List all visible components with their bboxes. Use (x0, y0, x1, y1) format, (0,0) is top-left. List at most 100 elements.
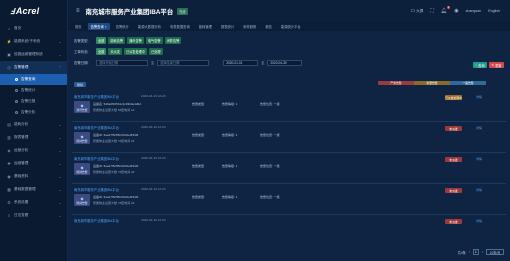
sidebar-item-alarm[interactable]: ◎ 告警管理 ⌃ (0, 61, 67, 74)
status-badge: 未派发 (445, 188, 462, 193)
sidebar-item-facility[interactable]: ▣ 设施运维管理系统 ⌄ (0, 48, 67, 61)
logo-text: Acrel (15, 6, 40, 16)
grid-icon: ▦ (7, 187, 11, 192)
sidebar-subitem-alarm-analysis[interactable]: 告警分析 (0, 107, 67, 118)
tab-report[interactable]: 报告 (262, 23, 275, 30)
record-title[interactable]: 南充城市服务产业集团IBA平台 (74, 187, 119, 192)
sidebar: Ⅎ Acrel ⌂ 首页 ⚡ 能源系统/子系统 ⌄ ▣ 设施运维管理系统 ⌄ ◎ 告警管理 ⌃… (0, 0, 68, 261)
detail-link[interactable]: 详情 (476, 126, 482, 130)
sidebar-item-energy-analysis[interactable]: ▤ 能耗分析 ⌄ (0, 118, 67, 131)
query-button[interactable]: ⌕ 查询 (473, 62, 487, 68)
end-date-input[interactable]: 选择结束日期 (157, 59, 210, 66)
sidebar-item-label: 首页 (14, 26, 22, 30)
sidebar-subitem-alarm-stats[interactable]: 告警统计 (0, 85, 67, 96)
record-type: 能耗告警 (76, 169, 88, 174)
next-page-icon[interactable]: › (482, 250, 483, 254)
chip-energy-alarm[interactable]: 能耗告警 (108, 37, 126, 44)
page-title: 南充城市服务产业集团IBA平台 (85, 8, 174, 16)
chevron-down-icon: ⌄ (58, 174, 62, 179)
tab-sampling-trend[interactable]: 采样趋势 (240, 23, 259, 30)
to-date-input[interactable]: 2020-04-30 (267, 59, 303, 66)
sidebar-item-home[interactable]: ⌂ 首页 (0, 22, 67, 35)
severity-legend: 严重告警 重要告警 一般告警 (378, 81, 486, 85)
prev-page-icon[interactable]: ‹ (469, 250, 470, 254)
fullscreen-icon[interactable]: ⛶ (430, 8, 434, 14)
status-badge: 在线 (177, 7, 188, 15)
detail-link[interactable]: 详情 (476, 188, 482, 192)
chip-work-all[interactable]: 全部 (96, 48, 107, 55)
record-device: 设备ID: 5ea27f5c55f4c5c0e0f34bf (93, 195, 139, 199)
detail-link[interactable]: 详情 (476, 157, 482, 161)
logo: Ⅎ Acrel (0, 0, 67, 22)
from-date-input[interactable]: 2020-01-01 (223, 59, 259, 66)
sidebar-subitem-label: 告警查询 (21, 77, 36, 81)
record-title[interactable]: 南充城市服务产业集团IBA平台 (74, 156, 119, 161)
sidebar-subitem-alarm-daily[interactable]: 告警日报 (0, 96, 67, 107)
start-date-input[interactable]: 选择开始日期 (96, 59, 148, 66)
chip-electric-alarm[interactable]: 电气告警 (145, 37, 163, 44)
chip-work-processing[interactable]: 已派发处理中 (123, 48, 148, 55)
main-content: 告警类型: 全部 能耗告警 通讯告警 电气告警 消防告警 工单状态: 全部 未派… (68, 31, 510, 261)
chip-comm-alarm[interactable]: 通讯告警 (127, 37, 144, 44)
tab-alarm-query[interactable]: 告警查询× (87, 23, 110, 30)
energy-icon: ⚡ (6, 39, 12, 44)
alarm-type-row: 告警类型: 全部 能耗告警 通讯告警 电气告警 消防告警 (74, 35, 302, 46)
record-time: 2020-04-19 12:20 (141, 187, 166, 191)
chip-fire-alarm[interactable]: 消防告警 (164, 37, 182, 44)
delete-button[interactable]: 删除 (74, 82, 86, 87)
header-actions: ▭ 大屏 ⛶ 🔔︎ 1 ◉ zhangsan English (410, 0, 500, 22)
sidebar-item-base-data[interactable]: ◉ 基础资料 ⌄ (0, 170, 67, 183)
record-alarm-type: 告警类型: (192, 195, 205, 199)
sidebar-subitem-alarm-query[interactable]: 告警查询 (0, 74, 67, 85)
record-title[interactable]: 南充城市服务产业集团IBA平台 (74, 218, 119, 223)
chip-work-pending[interactable]: 未派发 (108, 48, 122, 55)
legend-critical: 严重告警 (378, 81, 414, 85)
record-time: 2020-04-19 12:20 (141, 94, 166, 98)
bell-icon[interactable]: 🔔︎ 1 (441, 6, 451, 14)
record-alarm-position: 告警位置: 一级 (260, 102, 280, 106)
sidebar-item-label: 运营分析 (14, 148, 29, 152)
total-count: 共4条 (457, 250, 466, 255)
record-type-badge: ◆ 能耗告警 (74, 132, 90, 144)
user-avatar-icon[interactable]: ◉ (454, 8, 458, 14)
tab-energy-bigdata[interactable]: 能源大数据分析 (135, 23, 164, 30)
record-title[interactable]: 南充城市服务产业集团IBA平台 (74, 94, 119, 99)
screen-button[interactable]: ▭ 大屏 (410, 8, 423, 14)
menu-toggle-icon[interactable]: ≡ (76, 8, 80, 14)
tab-alarm-stats[interactable]: 告警统计 (113, 23, 132, 30)
record-title[interactable]: 南充城市服务产业集团IBA平台 (74, 125, 119, 130)
chip-work-done[interactable]: 已处理 (149, 48, 163, 55)
reset-button[interactable]: ↻ 重置 (489, 62, 504, 68)
sidebar-item-ops-analysis[interactable]: ◈ 运营分析 ⌄ (0, 144, 67, 157)
close-icon[interactable]: × (105, 25, 107, 29)
record-location: 所属物业总部大楼 5#配电间 1# (93, 108, 135, 112)
status-badge: 未派发 (445, 126, 462, 131)
username[interactable]: zhangsan (466, 9, 482, 13)
sidebar-item-base-mgmt[interactable]: ▦ 基础数据管理 ⌄ (0, 183, 67, 196)
record-alarm-level: 告警等级: 1 (222, 133, 238, 137)
date-separator: 至 (261, 61, 265, 65)
analysis-icon: ◈ (7, 148, 11, 153)
dot-icon (15, 78, 18, 81)
tab-energy-mgmt[interactable]: 能耗管理 (196, 23, 215, 30)
chip-all[interactable]: 全部 (96, 37, 107, 44)
sidebar-item-energy[interactable]: ⚡ 能源系统/子系统 ⌄ (0, 35, 67, 48)
tab-home[interactable]: 首页 (72, 23, 85, 30)
sidebar-item-report[interactable]: ▥ 报表管理 ⌄ (0, 131, 67, 144)
detail-link[interactable]: 详情 (476, 219, 482, 223)
record-alarm-position: 告警位置: 一级 (260, 133, 280, 137)
tab-meter-query[interactable]: 电表数据查询 (167, 23, 193, 30)
detail-link[interactable]: 详情 (476, 95, 482, 99)
page-number[interactable]: 1 (472, 249, 479, 255)
tab-report-stats[interactable]: 报表统计 (218, 23, 237, 30)
sidebar-item-settings[interactable]: ⚙ 系统设置 ⌄ (0, 196, 67, 209)
language-switch[interactable]: English (488, 9, 500, 13)
log-icon: ≡ (7, 213, 11, 218)
sidebar-item-logs[interactable]: ≡ 日志查看 ⌄ (0, 209, 67, 222)
tab-energy-platform[interactable]: 能源统计平台 (278, 23, 304, 30)
dot-icon (15, 100, 18, 103)
sidebar-item-label: 能耗分析 (14, 122, 29, 126)
page-size-select[interactable]: 10条/页 (486, 249, 504, 255)
tab-bar: 首页 告警查询× 告警统计 能源大数据分析 电表数据查询 能耗管理 报表统计 采… (68, 22, 510, 31)
sidebar-item-maintenance[interactable]: ✚ 运维管理 ⌄ (0, 157, 67, 170)
